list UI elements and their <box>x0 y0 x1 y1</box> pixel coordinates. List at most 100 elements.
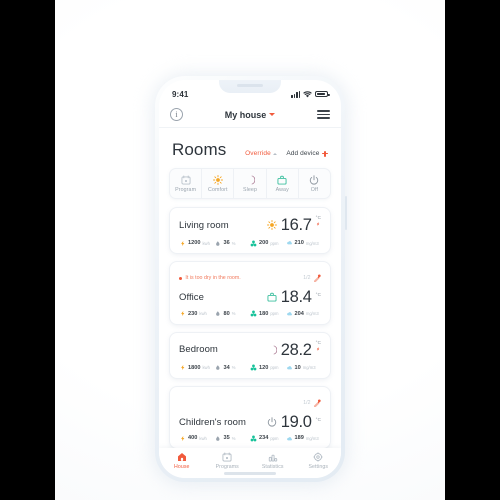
briefcase-icon <box>267 292 277 303</box>
metric: 189 mg/m3 <box>286 434 322 442</box>
device-count: 1/2 <box>303 275 311 282</box>
phone-screen: 9:41 i My house Rooms Override Add devic… <box>159 80 341 478</box>
metric: 180 ppm <box>250 310 286 318</box>
house-selector[interactable]: My house <box>225 110 276 120</box>
caret-down-icon <box>269 113 276 116</box>
phone-notch <box>219 80 281 93</box>
metric: 210 mg/m3 <box>286 239 322 247</box>
humidity-icon <box>215 434 222 442</box>
metric-unit: % <box>231 365 236 371</box>
mode-label: Sleep <box>242 187 258 193</box>
mode-label: Comfort <box>208 187 228 193</box>
device-count: 1/2 <box>303 399 311 406</box>
notch-speaker <box>237 84 263 87</box>
metric: 36% <box>215 239 251 247</box>
temperature-value: 16.7 <box>280 215 312 234</box>
info-glyph: i <box>175 109 178 119</box>
co2-icon <box>250 310 257 318</box>
temperature-unit: °C <box>315 215 321 220</box>
metric-unit: ppm <box>270 311 279 317</box>
bolt-icon <box>179 310 186 318</box>
metric: 230 kwh <box>179 310 215 318</box>
add-device-label: Add device <box>286 150 320 157</box>
metric-value: 210 <box>294 240 304 247</box>
metric-value: 36 <box>223 240 230 247</box>
metric-unit: kwh <box>199 311 207 317</box>
metric: 80% <box>215 310 251 318</box>
add-device-button[interactable]: Add device <box>286 150 328 157</box>
dust-icon <box>286 364 293 372</box>
humidity-icon <box>215 310 222 318</box>
room-card-main: Living room 16.7 °C <box>179 215 321 235</box>
mode-label: Away <box>275 187 289 193</box>
metric: 200 ppm <box>250 239 286 247</box>
sun-icon <box>266 220 277 231</box>
temperature-unit-stack: °C <box>316 340 321 360</box>
tab-programs[interactable]: Programs <box>205 448 251 474</box>
override-button[interactable]: Override <box>245 150 278 157</box>
room-metrics: 1800 kwh 34% 120 ppm 10 mg/m3 <box>179 364 321 372</box>
metric-value: 80 <box>223 310 230 317</box>
room-card[interactable]: Living room 16.7 °C 1200 kwh 36% 200 ppm 210 mg/m… <box>169 207 331 255</box>
briefcase-icon <box>277 174 287 185</box>
metric-value: 10 <box>294 364 301 371</box>
room-card-alert-row: 1/2 <box>179 394 321 412</box>
temperature-unit: °C <box>315 416 321 422</box>
metric-unit: % <box>231 435 236 441</box>
tab-label: Programs <box>215 464 239 471</box>
mode-off[interactable]: Off <box>299 169 330 198</box>
room-metrics: 400 kwh 35% 234 ppm 189 mg/m3 <box>179 434 321 442</box>
phone-frame: 9:41 i My house Rooms Override Add devic… <box>155 76 347 482</box>
room-card[interactable]: 1/2 Children's room 19.0 °C 400 kwh 35% 234 ppm 1… <box>169 385 331 450</box>
room-name: Bedroom <box>179 344 218 356</box>
metric-value: 1800 <box>188 364 201 371</box>
mode-sleep[interactable]: Sleep <box>234 169 267 198</box>
metric: 34% <box>215 364 251 372</box>
metric-value: 189 <box>294 435 304 442</box>
home-icon <box>177 452 187 463</box>
bolt-icon <box>179 239 186 247</box>
room-card-alert-row: It is too dry in the room. 1/2 <box>179 269 321 287</box>
metric: 234 ppm <box>250 434 286 442</box>
metric: 10 mg/m3 <box>286 364 322 372</box>
room-temperature: 16.7 °C <box>266 215 321 235</box>
signal-bars-icon <box>291 90 300 98</box>
room-card[interactable]: Bedroom 28.2 °C 1800 kwh 34% 120 ppm 10 mg/m3 <box>169 331 331 379</box>
temperature-unit: °C <box>315 291 321 297</box>
metric-value: 204 <box>294 310 304 317</box>
mode-selector: Program Comfort Sleep Away Off <box>169 168 331 199</box>
hamburger-menu-icon[interactable] <box>316 110 330 119</box>
room-card[interactable]: It is too dry in the room. 1/2 Office 18.4 °… <box>169 261 331 325</box>
room-name: Living room <box>179 219 229 231</box>
temperature-unit-stack: °C <box>316 292 321 303</box>
page-title: Rooms <box>172 140 227 159</box>
dust-icon <box>286 310 293 318</box>
mode-program[interactable]: Program <box>170 169 203 198</box>
calendar-icon <box>222 452 232 463</box>
tab-house[interactable]: House <box>159 448 205 474</box>
app-body: Rooms Override Add device Program Comfort… <box>159 128 341 456</box>
humidity-icon <box>215 364 222 372</box>
metric-unit: kwh <box>202 240 210 246</box>
room-alert: It is too dry in the room. <box>179 275 241 281</box>
dust-icon <box>286 239 293 247</box>
info-icon[interactable]: i <box>170 108 183 121</box>
gear-icon <box>313 452 324 463</box>
room-card-main: Bedroom 28.2 °C <box>179 340 321 360</box>
metric-value: 230 <box>188 310 198 317</box>
tab-settings[interactable]: Settings <box>296 448 342 474</box>
alert-text: It is too dry in the room. <box>185 275 241 282</box>
bolt-icon <box>179 364 186 372</box>
room-metrics: 230 kwh 80% 180 ppm 204 mg/m3 <box>179 310 321 318</box>
mode-comfort[interactable]: Comfort <box>202 169 235 198</box>
mode-away[interactable]: Away <box>267 169 299 198</box>
rooms-list: Living room 16.7 °C 1200 kwh 36% 200 ppm 210 mg/m… <box>159 207 341 450</box>
tab-statistics[interactable]: Statistics <box>250 448 296 474</box>
metric-value: 34 <box>223 364 230 371</box>
chevron-up-icon <box>273 152 278 155</box>
wifi-icon <box>303 90 312 97</box>
metric-unit: kwh <box>202 365 210 371</box>
phone-side-button <box>345 196 347 230</box>
temperature-value: 28.2 <box>280 340 312 359</box>
tab-label: Statistics <box>261 464 284 471</box>
